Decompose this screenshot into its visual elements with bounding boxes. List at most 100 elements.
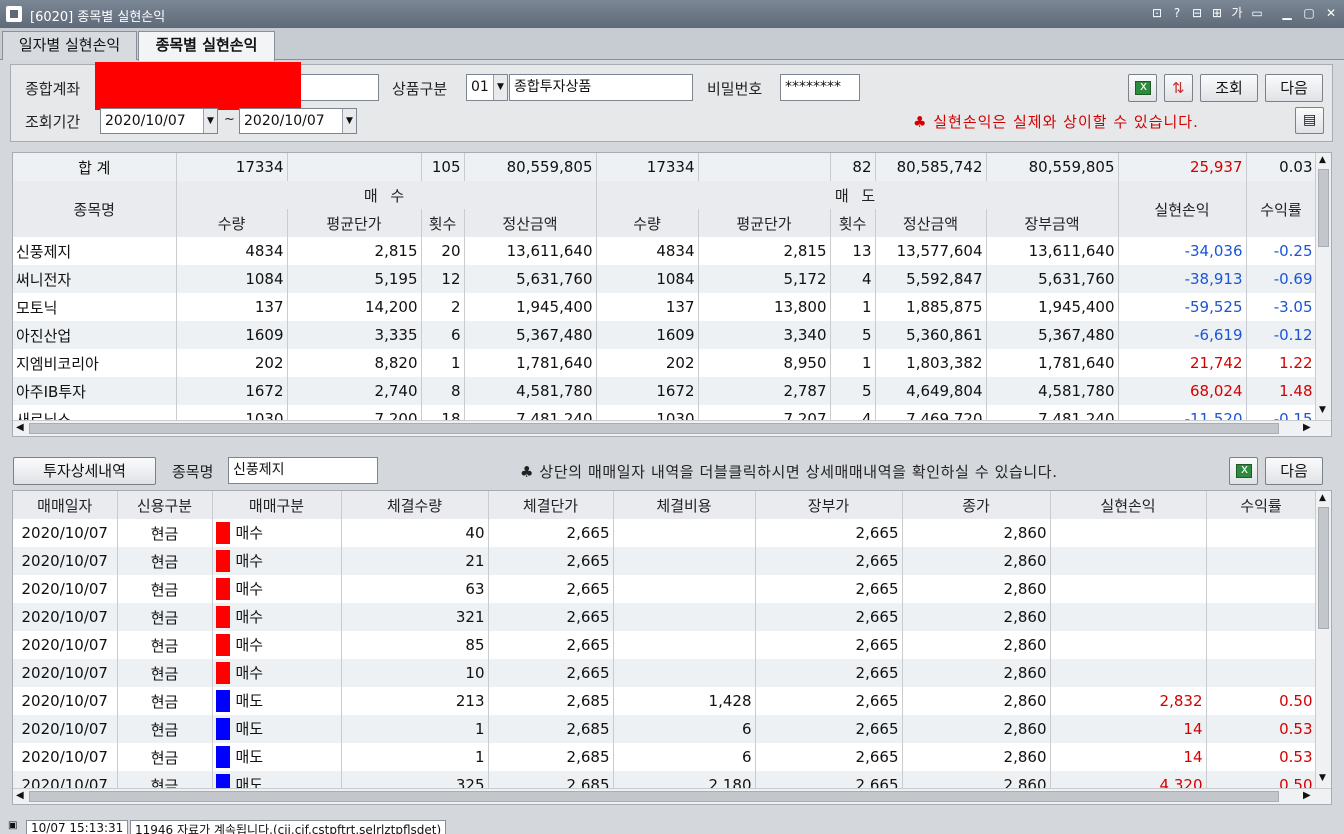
table-row[interactable]: 써니전자 1084 5,195 12 5,631,760 1084 5,172 4 5,592,… (13, 265, 1317, 293)
scroll-down-icon[interactable]: ▼ (1319, 405, 1326, 415)
table-row[interactable]: 지엠비코리아 202 8,820 1 1,781,640 202 8,950 1 1,803,3… (13, 349, 1317, 377)
lower-vertical-scrollbar[interactable]: ▲ ▼ (1315, 491, 1331, 789)
col-header-sell-avg[interactable]: 평균단가 (698, 209, 831, 237)
scroll-up-icon[interactable]: ▲ (1319, 493, 1326, 503)
table-row[interactable]: 2020/10/07 현금 매수 85 2,665 2,665 2,860 (13, 631, 1317, 659)
table-row[interactable]: 2020/10/07 현금 매수 10 2,665 2,665 2,860 (13, 659, 1317, 687)
col-header-sell-settle[interactable]: 정산금액 (875, 209, 987, 237)
maximize-icon[interactable]: ▢ (1300, 4, 1318, 22)
col-header-buy-avg[interactable]: 평균단가 (287, 209, 422, 237)
table-row[interactable]: 2020/10/07 현금 매도 1 2,685 6 2,665 2,860 14 0.53 (13, 715, 1317, 743)
col-header-credit[interactable]: 신용구분 (117, 491, 213, 519)
calendar-dropdown-icon[interactable]: ▼ (342, 109, 356, 133)
col-header-pnl[interactable]: 실현손익 (1050, 491, 1207, 519)
cell-close: 2,860 (902, 631, 1051, 659)
col-header-buy-count[interactable]: 횟수 (421, 209, 465, 237)
upper-horizontal-scrollbar[interactable]: ◀ ▶ (13, 420, 1331, 436)
status-icon: ▣ (8, 820, 18, 831)
table-row[interactable]: 2020/10/07 현금 매수 321 2,665 2,665 2,860 (13, 603, 1317, 631)
summary-label: 합 계 (13, 153, 177, 181)
table-row[interactable]: 2020/10/07 현금 매수 63 2,665 2,665 2,860 (13, 575, 1317, 603)
investment-detail-button[interactable]: 투자상세내역 (13, 457, 156, 485)
cell-credit: 현금 (117, 659, 213, 687)
cell-bc: 12 (421, 265, 465, 293)
stock-name-input[interactable]: 신풍제지 (228, 457, 378, 484)
scroll-thumb[interactable] (29, 791, 1279, 802)
table-row[interactable]: 2020/10/07 현금 매도 1 2,685 6 2,665 2,860 14 0.53 (13, 743, 1317, 771)
chat-button[interactable]: ▤ (1295, 107, 1324, 134)
upper-vertical-scrollbar[interactable]: ▲ ▼ (1315, 153, 1331, 421)
transfer-button[interactable]: ⇅ (1164, 74, 1193, 102)
query-button[interactable]: 조회 (1200, 74, 1258, 102)
date-from-input[interactable]: 2020/10/07 ▼ (100, 108, 218, 134)
font-size-icon[interactable]: 가 (1228, 4, 1246, 22)
detail-excel-button[interactable] (1229, 457, 1258, 485)
col-header-sell-qty[interactable]: 수량 (596, 209, 699, 237)
col-header-book[interactable]: 장부금액 (986, 209, 1119, 237)
table-row[interactable]: 아주IB투자 1672 2,740 8 4,581,780 1672 2,787 5 4,649… (13, 377, 1317, 405)
tab-daily-pnl[interactable]: 일자별 실현손익 (2, 31, 137, 60)
col-header-buy-qty[interactable]: 수량 (176, 209, 288, 237)
next-button[interactable]: 다음 (1265, 74, 1323, 102)
cell-sc: 4 (830, 265, 876, 293)
chevron-down-icon[interactable]: ▼ (493, 75, 507, 100)
close-icon[interactable]: ✕ (1322, 4, 1340, 22)
link-icon[interactable]: ⊟ (1188, 4, 1206, 22)
scroll-thumb[interactable] (1318, 507, 1329, 629)
col-header-rate[interactable]: 수익률 (1246, 181, 1317, 237)
date-to-input[interactable]: 2020/10/07 ▼ (239, 108, 357, 134)
detail-next-button[interactable]: 다음 (1265, 457, 1323, 485)
col-header-name[interactable]: 종목명 (13, 181, 177, 237)
pin-icon[interactable]: ⊡ (1148, 4, 1166, 22)
table-row[interactable]: 아진산업 1609 3,335 6 5,367,480 1609 3,340 5 5,360,8… (13, 321, 1317, 349)
cell-rate: -3.05 (1246, 293, 1317, 321)
stock-name-cell: 모토닉 (13, 293, 177, 321)
scroll-thumb[interactable] (1318, 169, 1329, 247)
col-header-book[interactable]: 장부가 (755, 491, 903, 519)
col-header-close[interactable]: 종가 (902, 491, 1051, 519)
scroll-up-icon[interactable]: ▲ (1319, 155, 1326, 165)
cell-ba: 2,740 (287, 377, 422, 405)
scroll-right-icon[interactable]: ▶ (1303, 422, 1311, 433)
status-bar: ▣ 10/07 15:13:31 11946 자료가 계속됩니다.(cii.ci… (0, 818, 1344, 834)
lower-horizontal-scrollbar[interactable]: ◀ ▶ (13, 788, 1331, 804)
calendar-dropdown-icon[interactable]: ▼ (203, 109, 217, 133)
col-header-price[interactable]: 체결단가 (488, 491, 614, 519)
col-header-qty[interactable]: 체결수량 (341, 491, 489, 519)
col-header-rate[interactable]: 수익률 (1206, 491, 1317, 519)
cell-book: 1,945,400 (986, 293, 1119, 321)
scroll-down-icon[interactable]: ▼ (1319, 773, 1326, 783)
tab-stock-pnl[interactable]: 종목별 실현손익 (138, 31, 275, 61)
cell-book: 2,665 (755, 575, 903, 603)
print-icon[interactable]: ▭ (1248, 4, 1266, 22)
cell-book: 2,665 (755, 519, 903, 547)
col-header-sell-count[interactable]: 횟수 (830, 209, 876, 237)
cell-bq: 1084 (176, 265, 288, 293)
product-name-field: 종합투자상품 (509, 74, 693, 101)
table-row[interactable]: 2020/10/07 현금 매도 213 2,685 1,428 2,665 2,860 2,8… (13, 687, 1317, 715)
col-header-buy-settle[interactable]: 정산금액 (464, 209, 597, 237)
excel-export-button[interactable] (1128, 74, 1157, 102)
product-code-select[interactable]: 01 ▼ (466, 74, 508, 101)
cell-sq: 202 (596, 349, 699, 377)
cell-sa: 2,815 (698, 237, 831, 265)
table-row[interactable]: 2020/10/07 현금 매수 21 2,665 2,665 2,860 (13, 547, 1317, 575)
cell-sq: 4834 (596, 237, 699, 265)
scroll-right-icon[interactable]: ▶ (1303, 790, 1311, 801)
password-input[interactable]: ******** (780, 74, 860, 101)
scroll-left-icon[interactable]: ◀ (16, 790, 24, 801)
table-row[interactable]: 신풍제지 4834 2,815 20 13,611,640 4834 2,815 13 13,5… (13, 237, 1317, 265)
scroll-thumb[interactable] (29, 423, 1279, 434)
table-row[interactable]: 2020/10/07 현금 매수 40 2,665 2,665 2,860 (13, 519, 1317, 547)
scroll-left-icon[interactable]: ◀ (16, 422, 24, 433)
col-header-pnl[interactable]: 실현손익 (1118, 181, 1247, 237)
cell-sa: 2,787 (698, 377, 831, 405)
table-row[interactable]: 모토닉 137 14,200 2 1,945,400 137 13,800 1 1,885,87… (13, 293, 1317, 321)
sheet-icon[interactable]: ⊞ (1208, 4, 1226, 22)
col-header-date[interactable]: 매매일자 (13, 491, 118, 519)
col-header-cost[interactable]: 체결비용 (613, 491, 756, 519)
col-header-side[interactable]: 매매구분 (212, 491, 342, 519)
cell-credit: 현금 (117, 687, 213, 715)
minimize-icon[interactable]: ▁ (1278, 4, 1296, 22)
help-icon[interactable]: ? (1168, 4, 1186, 22)
